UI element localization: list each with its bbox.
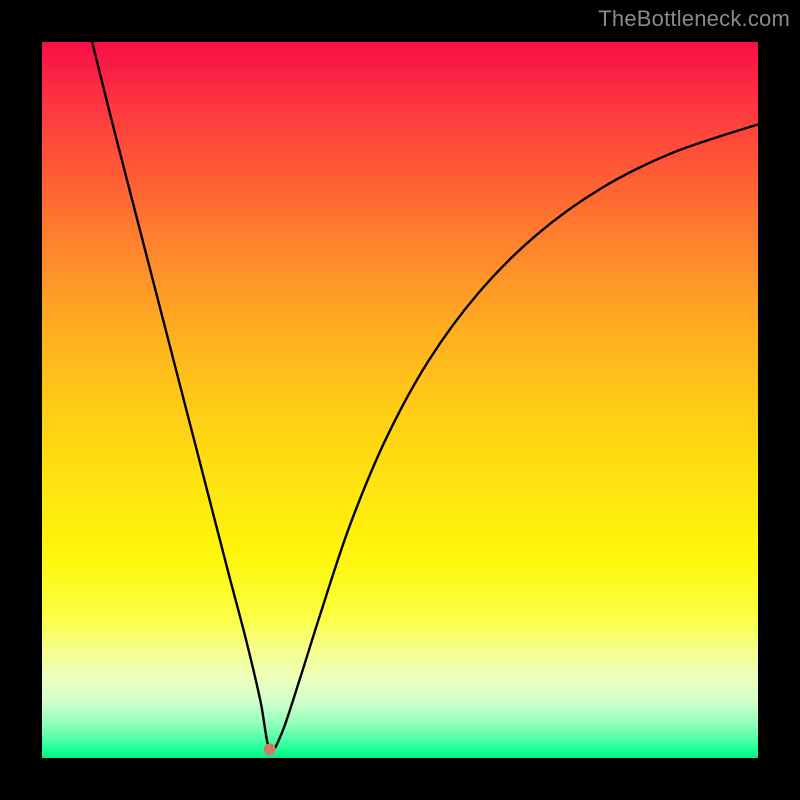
curve-layer xyxy=(42,42,758,758)
minimum-point-dot xyxy=(264,743,276,755)
bottleneck-curve xyxy=(92,42,758,751)
chart-frame: TheBottleneck.com xyxy=(0,0,800,800)
plot-area xyxy=(42,42,758,758)
watermark-text: TheBottleneck.com xyxy=(598,6,790,32)
